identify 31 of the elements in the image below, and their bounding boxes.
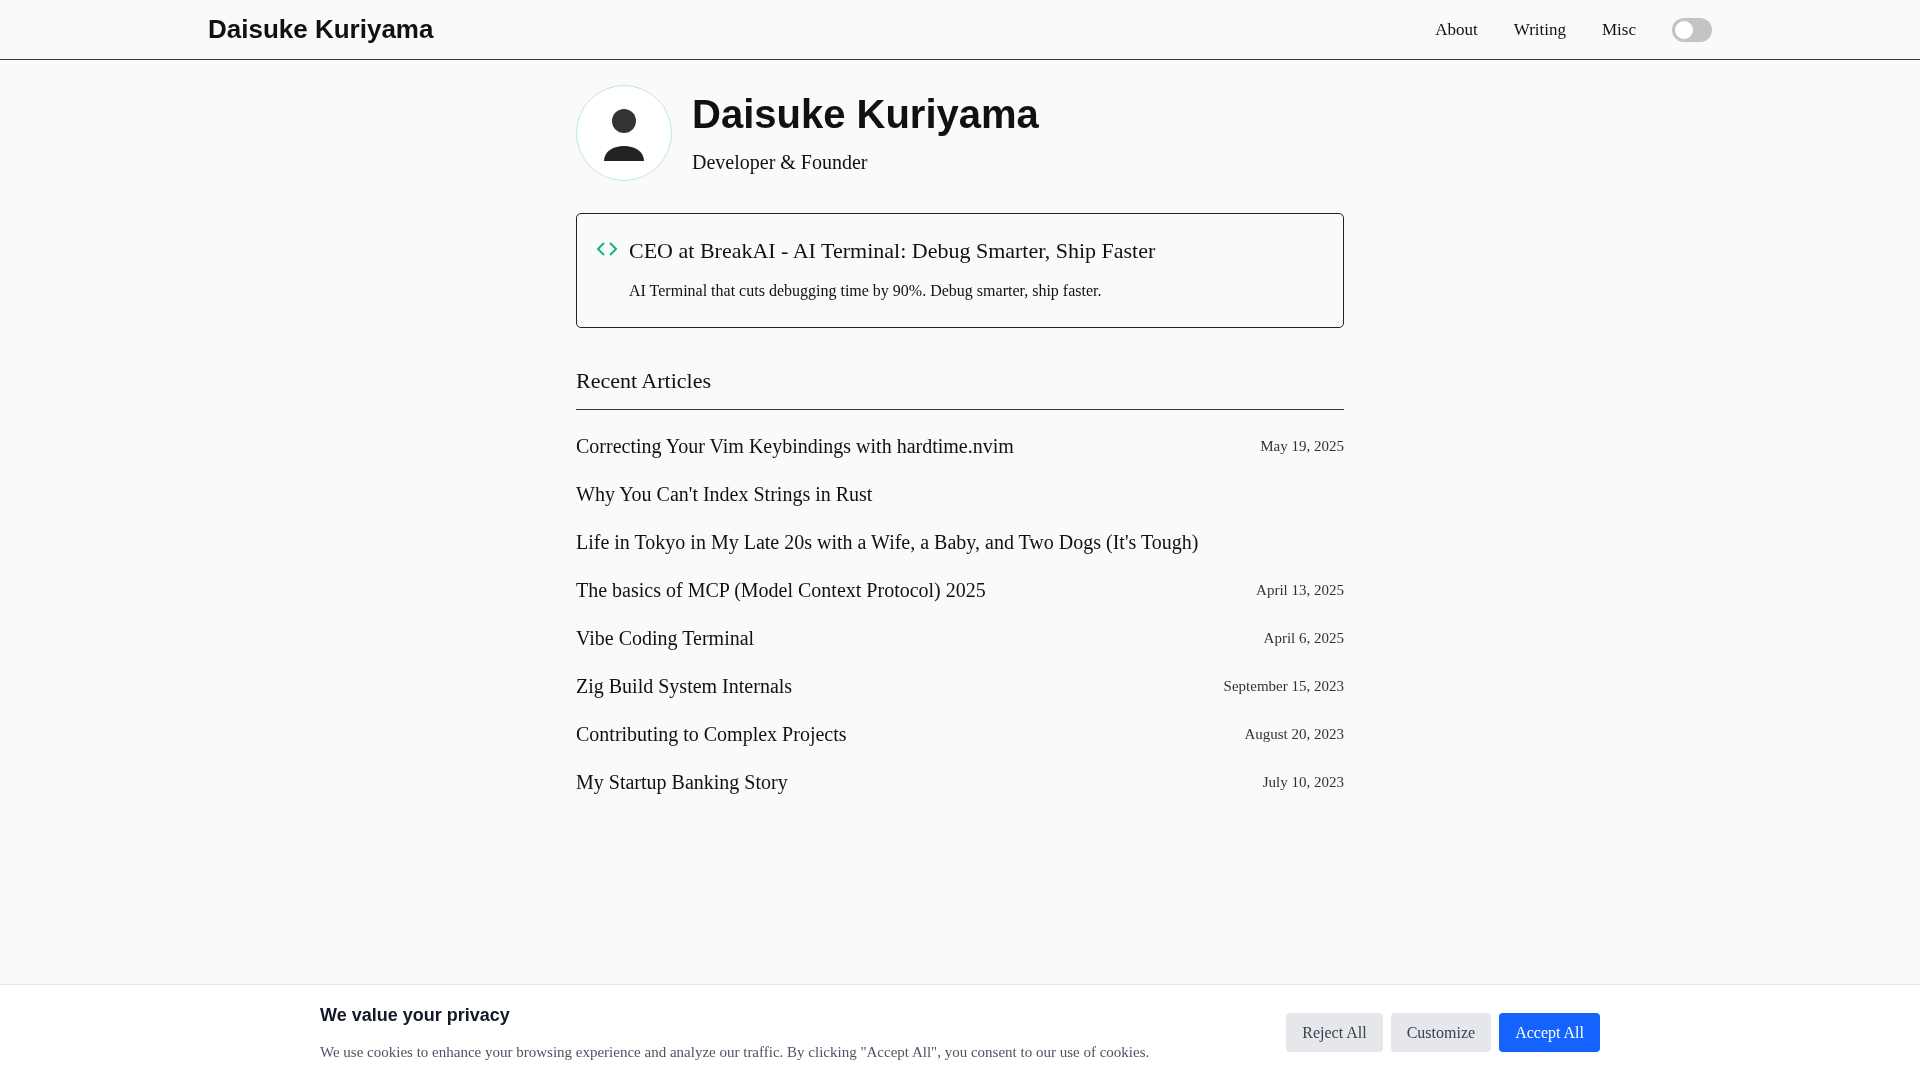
code-icon [597, 242, 617, 256]
article-link[interactable]: Life in Tokyo in My Late 20s with a Wife, a Baby, and Two Dogs (It's Tough) [576, 527, 1199, 557]
cookie-button[interactable]: Reject All [1286, 1013, 1383, 1052]
cookie-button[interactable]: Customize [1390, 1013, 1492, 1052]
article-date: April 13, 2025 [1256, 580, 1344, 600]
article-date: July 10, 2023 [1262, 772, 1344, 792]
theme-toggle[interactable] [1672, 17, 1712, 42]
article-link[interactable]: My Startup Banking Story [576, 767, 788, 797]
nav-link[interactable]: Misc [1602, 16, 1636, 43]
cookie-button[interactable]: Accept All [1499, 1013, 1600, 1052]
article-date: April 6, 2025 [1263, 628, 1344, 648]
article-link[interactable]: The basics of MCP (Model Context Protocol) 2025 [576, 575, 986, 605]
article-link[interactable]: Contributing to Complex Projects [576, 719, 847, 749]
article-date: May 19, 2025 [1260, 436, 1344, 456]
article-link[interactable]: Correcting Your Vim Keybindings with hardtime.nvim [576, 431, 1014, 461]
nav-link[interactable]: Writing [1513, 16, 1566, 43]
article-date: September 15, 2023 [1223, 676, 1344, 696]
profile-name: Daisuke Kuriyama [692, 91, 1039, 138]
nav-link[interactable]: About [1435, 16, 1478, 43]
profile-role: Developer & Founder [692, 150, 869, 176]
project-description: AI Terminal that cuts debugging time by 90%. Debug smarter, ship faster. [629, 281, 1103, 302]
project-title: CEO at BreakAI - AI Terminal: Debug Smarter, Ship Faster [629, 237, 1156, 265]
article-link[interactable]: Why You Can't Index Strings in Rust [576, 479, 873, 509]
project-card[interactable]: CEO at BreakAI - AI Terminal: Debug Smarter, Ship Faster AI Terminal that cuts debugging time by 90%. Debug smarter, ship faster. [576, 213, 1344, 328]
article-link[interactable]: Zig Build System Internals [576, 671, 793, 701]
site-title[interactable]: Daisuke Kuriyama [208, 10, 434, 49]
article-link[interactable]: Vibe Coding Terminal [576, 623, 755, 653]
cookie-title: We value your privacy [320, 1003, 511, 1027]
article-date: August 20, 2023 [1244, 724, 1344, 744]
cookie-text: We use cookies to enhance your browsing experience and analyze our traffic. By clicking "Accept All", you consent to our use of cookies. [320, 1042, 1150, 1062]
section-heading: Recent Articles [576, 364, 1344, 410]
